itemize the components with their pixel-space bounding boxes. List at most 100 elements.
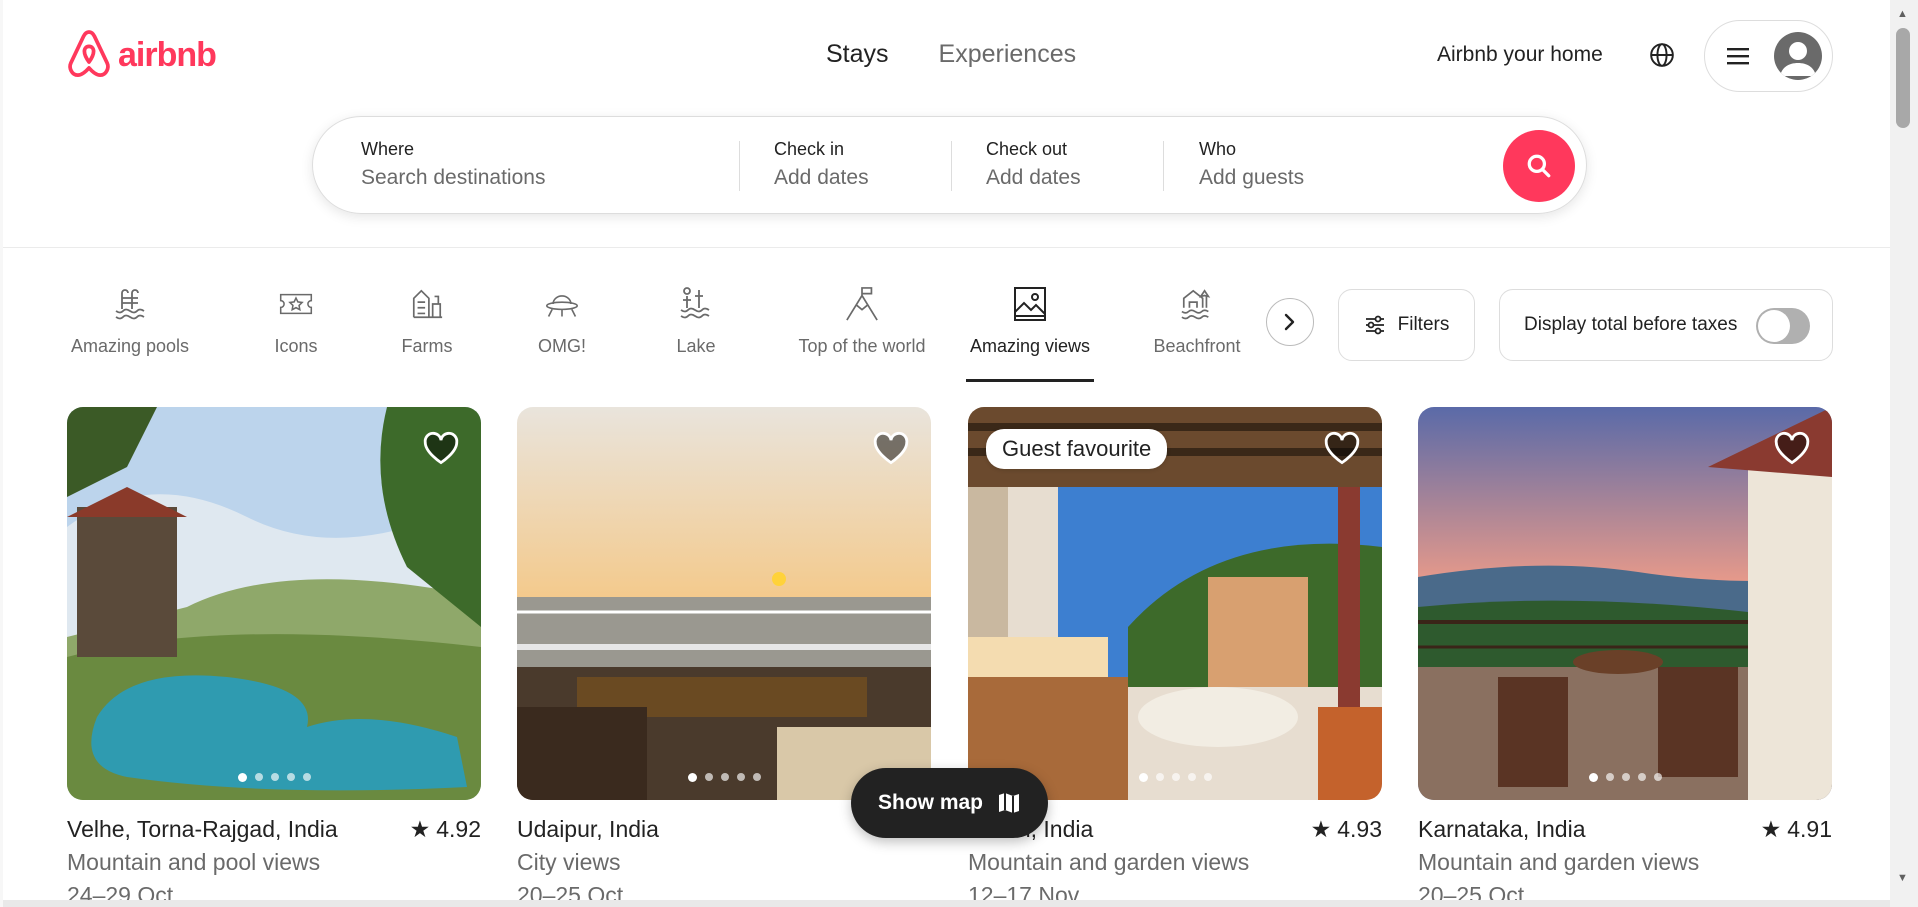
brand-name: airbnb <box>118 35 217 74</box>
scroll-up-arrow-icon[interactable]: ▲ <box>1897 8 1908 20</box>
barn-icon <box>412 289 443 319</box>
category-label: Amazing views <box>969 336 1091 356</box>
category-label: OMG! <box>538 336 586 356</box>
category-label: Farms <box>401 336 453 356</box>
where-label: Where <box>361 139 415 159</box>
listing-subtitle: Mountain and pool views <box>67 849 321 875</box>
category-beachfront[interactable]: Beachfront <box>1142 284 1252 357</box>
ticket-star-icon <box>279 293 313 315</box>
listing-image <box>1418 407 1832 800</box>
avatar <box>1774 32 1822 80</box>
tab-experiences[interactable]: Experiences <box>939 40 1077 69</box>
star-icon: ★ <box>1310 816 1332 842</box>
listing-image <box>517 407 931 800</box>
listing-photo[interactable]: Guest favourite <box>968 407 1382 800</box>
show-map-label: Show map <box>877 791 983 814</box>
rating-value: 4.93 <box>1337 816 1382 842</box>
who-label: Who <box>1199 139 1237 159</box>
listing-location: Karnataka, India <box>1418 816 1586 842</box>
search-icon <box>1527 154 1551 178</box>
chevron-right-icon <box>1284 313 1295 331</box>
airbnb-your-home-link[interactable]: Airbnb your home <box>1437 43 1603 67</box>
show-map-button[interactable]: Show map <box>851 768 1048 838</box>
user-menu-button[interactable] <box>1704 20 1833 92</box>
checkout-label: Check out <box>986 139 1068 159</box>
filters-label: Filters <box>1397 314 1450 335</box>
listing-subtitle: Mountain and garden views <box>968 849 1250 875</box>
scrollbar-thumb[interactable] <box>1896 28 1910 128</box>
category-label: Amazing pools <box>70 336 190 356</box>
listing-rating: ★ 4.92 <box>410 816 481 843</box>
lake-icon <box>680 287 710 319</box>
summit-flag-icon <box>846 287 878 321</box>
star-icon: ★ <box>1760 816 1782 842</box>
pool-icon <box>115 289 145 320</box>
checkout-field[interactable]: Check out Add dates <box>986 139 1081 190</box>
category-top-of-the-world[interactable]: Top of the world <box>780 284 944 357</box>
category-farms[interactable]: Farms <box>397 284 457 357</box>
rating-value: 4.91 <box>1787 816 1832 842</box>
category-amazing-pools[interactable]: Amazing pools <box>66 284 194 357</box>
hamburger-icon <box>1727 48 1749 65</box>
search-button[interactable] <box>1503 130 1575 202</box>
listing-rating: ★ 4.93 <box>1311 816 1382 843</box>
category-label: Top of the world <box>798 336 926 356</box>
listing-subtitle: Mountain and garden views <box>1418 849 1700 875</box>
airbnb-belo-icon <box>68 30 110 77</box>
active-category-indicator <box>966 379 1094 382</box>
map-icon <box>999 793 1019 813</box>
checkout-input[interactable]: Add dates <box>986 166 1081 190</box>
listing-card[interactable]: Velhe, Torna-Rajgad, India ★ 4.92 Mountai… <box>67 407 481 907</box>
display-total-toggle[interactable] <box>1756 308 1810 344</box>
tab-stays[interactable]: Stays <box>826 40 889 69</box>
wishlist-heart-icon[interactable] <box>423 431 459 465</box>
checkin-label: Check in <box>774 139 845 159</box>
category-label: Beachfront <box>1153 336 1241 356</box>
who-input[interactable]: Add guests <box>1199 166 1304 190</box>
ufo-house-icon <box>545 295 579 317</box>
scroll-down-arrow-icon[interactable]: ▼ <box>1897 872 1908 884</box>
category-icons[interactable]: Icons <box>266 284 326 357</box>
globe-icon[interactable] <box>1649 42 1675 68</box>
listing-photo[interactable] <box>1418 407 1832 800</box>
category-amazing-views[interactable]: Amazing views <box>966 284 1094 382</box>
header: airbnb Stays Experiences Airbnb your hom… <box>3 0 1893 248</box>
sliders-icon <box>1365 315 1384 335</box>
search-divider <box>1163 141 1164 191</box>
listing-rating: ★ 4.91 <box>1761 816 1832 843</box>
search-bar: Where Search destinations Check in Add d… <box>312 116 1587 214</box>
where-field[interactable]: Where Search destinations <box>361 139 545 190</box>
category-label: Icons <box>274 336 318 356</box>
wishlist-heart-icon[interactable] <box>1324 431 1360 465</box>
user-icon <box>1780 42 1816 76</box>
framed-view-icon <box>1014 287 1046 321</box>
category-label: Lake <box>676 336 716 356</box>
window-bottom-strip <box>3 900 1893 907</box>
page-scrollbar[interactable]: ▲ ▼ <box>1890 0 1918 907</box>
wishlist-heart-icon[interactable] <box>873 431 909 465</box>
image-carousel-dots <box>1418 773 1832 782</box>
guest-favourite-badge: Guest favourite <box>986 429 1168 469</box>
star-icon: ★ <box>409 816 431 842</box>
listing-location: Udaipur, India <box>517 816 659 842</box>
image-carousel-dots <box>67 773 481 782</box>
wishlist-heart-icon[interactable] <box>1774 431 1810 465</box>
main-nav: Stays Experiences <box>826 40 1076 69</box>
listing-photo[interactable] <box>517 407 931 800</box>
listing-photo[interactable] <box>67 407 481 800</box>
category-lake[interactable]: Lake <box>666 284 726 357</box>
where-input[interactable]: Search destinations <box>361 166 545 190</box>
display-total-toggle-container: Display total before taxes <box>1499 289 1833 361</box>
listing-image <box>67 407 481 800</box>
who-field[interactable]: Who Add guests <box>1199 139 1304 190</box>
listing-card[interactable]: Karnataka, India ★ 4.91 Mountain and gard… <box>1418 407 1832 907</box>
checkin-field[interactable]: Check in Add dates <box>774 139 869 190</box>
checkin-input[interactable]: Add dates <box>774 166 869 190</box>
rating-value: 4.92 <box>436 816 481 842</box>
category-next-button[interactable] <box>1266 298 1314 346</box>
filters-button[interactable]: Filters <box>1338 289 1475 361</box>
listing-location: Velhe, Torna-Rajgad, India <box>67 816 338 842</box>
category-omg[interactable]: OMG! <box>532 284 592 357</box>
display-total-label: Display total before taxes <box>1524 314 1738 335</box>
airbnb-logo[interactable]: airbnb <box>66 30 217 80</box>
